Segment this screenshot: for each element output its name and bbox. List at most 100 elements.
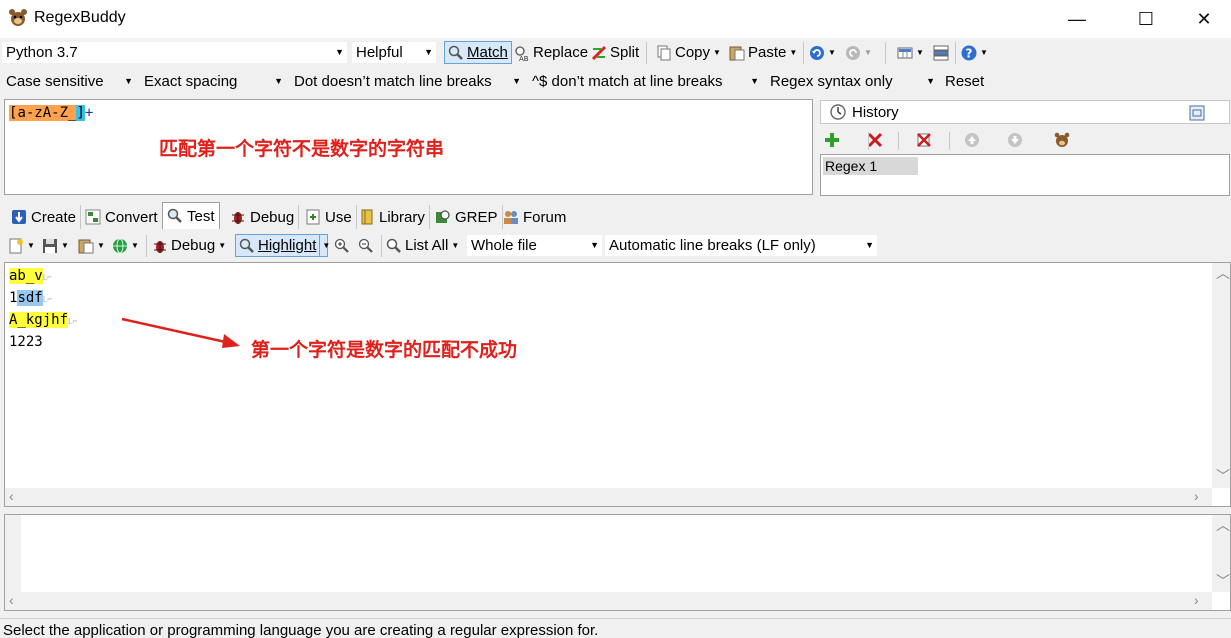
history-panel: History Regex 1 [820, 100, 1230, 196]
anchors-value: ^$ don’t match at line breaks [532, 73, 723, 90]
window-title: RegexBuddy [34, 9, 126, 26]
globe-icon [112, 238, 128, 254]
tab-forum[interactable]: Forum [499, 205, 570, 229]
helpful-select[interactable]: Helpful ▼ [351, 41, 437, 64]
regex-editor[interactable]: [a-zA-Z_]+ 匹配第一个字符不是数字的字符串 [4, 99, 813, 195]
match-label: Match [467, 43, 508, 61]
dot-select[interactable]: Dot doesn’t match line breaks ▼ [289, 70, 525, 93]
new-file-button[interactable]: ▼ [8, 234, 35, 257]
save-button[interactable]: ▼ [42, 234, 69, 257]
chevron-down-icon: ▼ [61, 240, 69, 250]
scroll-left-icon[interactable]: ‹ [9, 488, 14, 504]
chevron-down-icon: ▼ [451, 240, 460, 250]
match-button[interactable]: Match [444, 41, 512, 64]
horizontal-scrollbar[interactable]: ‹ › [5, 488, 1212, 506]
vertical-scrollbar[interactable]: ︿ ﹀ [1212, 263, 1230, 488]
buddy-icon[interactable] [1054, 132, 1070, 148]
tab-grep-label: GREP [455, 208, 498, 226]
case-select[interactable]: Case sensitive ▼ [1, 70, 137, 93]
list-all-label: List All [405, 236, 449, 254]
zoom-out-button[interactable] [358, 234, 374, 257]
web-button[interactable]: ▼ [112, 234, 139, 257]
zoom-in-button[interactable] [334, 234, 350, 257]
options-toolbar: Case sensitive ▼ Exact spacing ▼ Dot doe… [0, 67, 1231, 96]
results-pane[interactable]: ︿ ﹀ ‹ › [4, 514, 1231, 611]
scroll-up-icon[interactable]: ︿ [1216, 515, 1230, 535]
copy-icon [656, 45, 672, 61]
copy-button[interactable]: Copy ▼ [656, 41, 721, 64]
tab-debug[interactable]: Debug [226, 205, 300, 229]
new-file-icon [8, 238, 24, 254]
delete-all-icon[interactable] [916, 132, 932, 148]
reset-button[interactable]: Reset [945, 70, 984, 93]
horizontal-scrollbar[interactable]: ‹ › [5, 592, 1212, 610]
scroll-right-icon[interactable]: › [1194, 592, 1199, 608]
line-break-marker-icon: ᒪ⌐ [42, 295, 53, 304]
test-text[interactable]: ab_vᒪ⌐ 1sdfᒪ⌐ A_kgjhfᒪ⌐ 1223 [9, 266, 77, 352]
replace-button[interactable]: AB Replace [514, 41, 588, 64]
scroll-right-icon[interactable]: › [1194, 488, 1199, 504]
scroll-down-icon[interactable]: ﹀ [1216, 571, 1230, 591]
anchors-select[interactable]: ^$ don’t match at line breaks ▼ [527, 70, 763, 93]
delete-icon[interactable] [867, 132, 883, 148]
main-toolbar: Python 3.7 ▼ Helpful ▼ Match AB Replace … [0, 38, 1231, 67]
chevron-down-icon: ▼ [131, 240, 139, 250]
scroll-left-icon[interactable]: ‹ [9, 592, 14, 608]
close-button[interactable]: ✕ [1181, 0, 1227, 38]
save-disk-icon [42, 238, 58, 254]
line-breaks-select[interactable]: Automatic line breaks (LF only) ▼ [604, 234, 878, 257]
tab-use[interactable]: Use [301, 205, 357, 229]
paste-icon [78, 238, 94, 254]
tab-library[interactable]: Library [355, 205, 430, 229]
regex-class-content: a-zA-Z_ [17, 105, 77, 121]
bug-icon [152, 238, 168, 254]
highlight-button[interactable]: Highlight ▼ [235, 234, 330, 257]
line-breaks-value: Automatic line breaks (LF only) [609, 237, 816, 254]
paste-button[interactable]: Paste ▼ [729, 41, 797, 64]
restore-panel-icon[interactable] [1189, 105, 1205, 121]
history-list: Regex 1 [820, 154, 1230, 196]
flavor-select[interactable]: Python 3.7 ▼ [1, 41, 348, 64]
syntax-select[interactable]: Regex syntax only ▼ [765, 70, 939, 93]
panels-button[interactable] [933, 41, 949, 64]
split-button[interactable]: Split [591, 41, 639, 64]
tab-create[interactable]: Create [7, 205, 82, 229]
history-item[interactable]: Regex 1 [823, 157, 918, 175]
regex-text[interactable]: [a-zA-Z_]+ [9, 105, 93, 121]
move-up-icon[interactable] [964, 132, 980, 148]
test-line-prefix: 1223 [9, 334, 43, 350]
debug-button[interactable]: Debug ▼ [152, 234, 226, 257]
layout-grid-icon [897, 45, 913, 61]
maximize-button[interactable]: ☐ [1123, 0, 1169, 38]
tab-convert[interactable]: Convert [81, 205, 163, 229]
highlight-label: Highlight [258, 236, 317, 254]
tab-test[interactable]: Test [162, 202, 220, 229]
paste-test-button[interactable]: ▼ [78, 234, 105, 257]
help-button[interactable]: ? ▼ [961, 41, 988, 64]
panels-icon [933, 45, 949, 61]
zoom-in-icon [334, 238, 350, 254]
test-line-match: ab_v [9, 268, 43, 284]
list-all-button[interactable]: List All ▼ [386, 234, 459, 257]
chevron-down-icon: ▼ [926, 76, 935, 86]
regex-class-close: ] [76, 105, 85, 121]
chevron-down-icon: ▼ [713, 47, 721, 57]
scope-select[interactable]: Whole file ▼ [466, 234, 603, 257]
vertical-scrollbar[interactable]: ︿ ﹀ [1212, 515, 1230, 592]
tab-grep[interactable]: GREP [431, 205, 503, 229]
layout-button[interactable]: ▼ [897, 41, 924, 64]
status-bar: Select the application or programming la… [0, 618, 1231, 638]
redo-button[interactable]: ▼ [845, 41, 872, 64]
move-down-icon[interactable] [1007, 132, 1023, 148]
history-header: History [820, 100, 1230, 124]
minimize-button[interactable]: — [1054, 0, 1100, 38]
chevron-down-icon: ▼ [865, 240, 874, 250]
add-icon[interactable] [824, 132, 840, 148]
scroll-up-icon[interactable]: ︿ [1216, 263, 1230, 283]
scroll-down-icon[interactable]: ﹀ [1216, 466, 1230, 486]
spacing-select[interactable]: Exact spacing ▼ [139, 70, 287, 93]
test-subject-editor[interactable]: ab_vᒪ⌐ 1sdfᒪ⌐ A_kgjhfᒪ⌐ 1223 第一个字符是数字的匹配… [4, 262, 1231, 507]
undo-button[interactable]: ▼ [809, 41, 836, 64]
toolbar-separator [898, 132, 899, 150]
annotation-arrow-icon [121, 317, 240, 348]
